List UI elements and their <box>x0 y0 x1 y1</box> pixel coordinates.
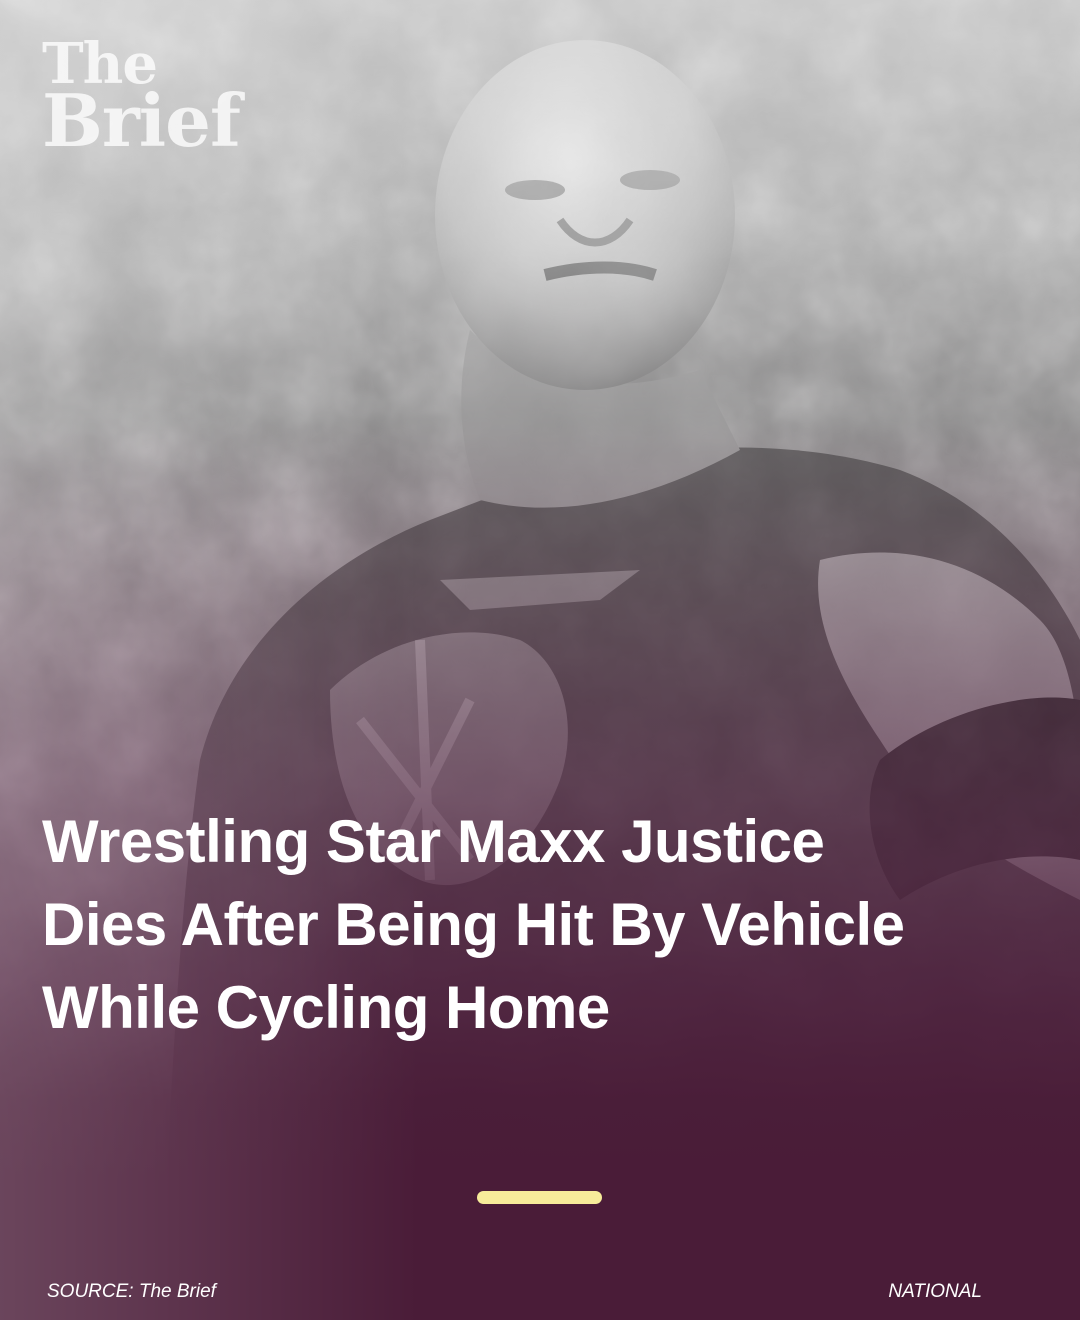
news-card: The Brief Wrestling Star Maxx Justice Di… <box>0 0 1080 1320</box>
article-headline: Wrestling Star Maxx Justice Dies After B… <box>42 808 905 1041</box>
category-label: NATIONAL <box>888 1281 982 1302</box>
brand-logo: The Brief <box>42 36 241 164</box>
accent-divider <box>477 1191 602 1204</box>
haze-overlay <box>0 0 1080 1320</box>
source-credit: SOURCE: The Brief <box>47 1281 216 1302</box>
logo-line-2: Brief <box>42 78 241 164</box>
